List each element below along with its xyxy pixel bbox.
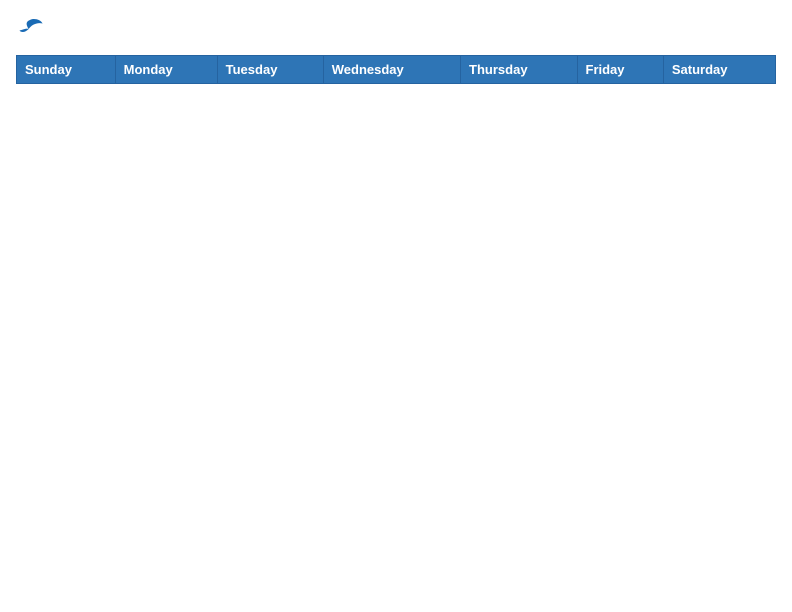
weekday-header-sunday: Sunday xyxy=(17,56,116,84)
page-header xyxy=(16,16,776,43)
weekday-header-tuesday: Tuesday xyxy=(217,56,323,84)
weekday-header-friday: Friday xyxy=(577,56,663,84)
calendar-header-row: SundayMondayTuesdayWednesdayThursdayFrid… xyxy=(17,56,776,84)
weekday-header-thursday: Thursday xyxy=(461,56,577,84)
weekday-header-monday: Monday xyxy=(115,56,217,84)
weekday-header-saturday: Saturday xyxy=(663,56,775,84)
weekday-header-wednesday: Wednesday xyxy=(323,56,460,84)
logo-bird-icon xyxy=(16,16,44,38)
logo xyxy=(16,16,48,43)
calendar-table: SundayMondayTuesdayWednesdayThursdayFrid… xyxy=(16,55,776,84)
